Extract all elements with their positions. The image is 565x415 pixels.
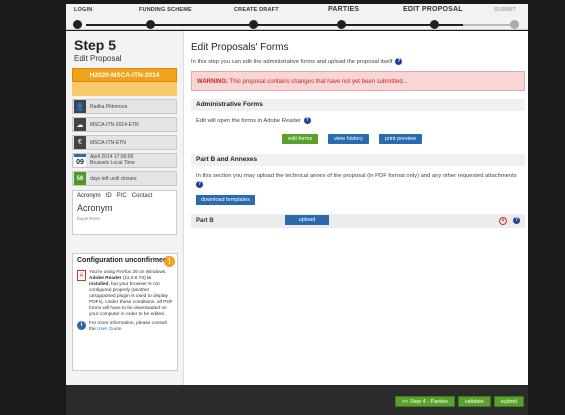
validate-button[interactable]: validate [457,396,491,407]
days-left-count: 56 [74,172,86,185]
partb-description: In this section you may upload the techn… [196,173,517,179]
calendar-icon: 09 [74,154,86,167]
partb-row-help-icon[interactable]: ? [513,217,520,224]
proposal-id-band [72,82,177,96]
intro-text: In this step you can edit the administra… [191,58,393,65]
warning-banner: WARNING: This proposal contains changes … [191,71,525,91]
warning-icon: ! [164,256,175,267]
partb-row-label: Part B [196,218,214,224]
acronym-value: Acronym [77,203,113,213]
step-login[interactable]: LOGIN [74,7,92,13]
call-id: MSCA-ITN-2014-ETN [90,121,139,128]
euro-icon: € [74,136,86,149]
previous-step-button[interactable]: << Step 4 - Parties [394,396,455,407]
warning-text: This proposal contains changes that have… [228,79,408,85]
sidebar: Step 5 Edit Proposal H2020-MSCA-ITN-2014… [66,31,184,385]
step-dot-submit [510,20,519,29]
pdf-config-text: You're using Firefox 26 on Windows. Adob… [89,270,173,318]
view-history-button[interactable]: view history [328,134,369,144]
warning-label: WARNING: [197,79,228,85]
cloud-icon: ☁ [74,118,86,131]
info-call: ☁ MSCA-ITN-2014-ETN [72,117,177,132]
submit-button[interactable]: submit [493,396,524,407]
pdf-reader-name: Adobe Reader [89,276,122,281]
step-dot-parties [337,20,346,29]
intro-text-row: In this step you can edit the administra… [191,58,525,65]
progress-stepper: LOGIN FUNDING SCHEME CREATE DRAFT PARTIE… [66,4,528,30]
step-title: Step 5 [74,37,117,53]
pdf-version: (11.0.6.70) [122,276,148,281]
more-info: i For more information, please consult t… [77,321,173,333]
footer-buttons: << Step 4 - Parties validate submit [394,396,524,407]
step-funding-scheme[interactable]: FUNDING SCHEME [139,7,192,13]
step-dot-draft [249,20,258,29]
acronym-tabs: Acronym ID PIC Contact [77,193,172,199]
print-preview-button[interactable]: print preview [378,134,423,144]
step-dot-login [73,20,82,29]
admin-forms-text: Edit will open the forms in Adobe Reader [196,117,301,124]
download-templates-button[interactable]: download templates [196,195,255,205]
user-icon: 👤 [74,100,86,113]
partb-text: In this section you may upload the techn… [191,172,525,188]
user-name: Radka Pittrerova [90,103,128,110]
upload-button[interactable]: upload [285,215,329,225]
footer-bar: << Step 4 - Parties validate submit [66,385,528,415]
admin-forms-text-row: Edit will open the forms in Adobe Reader… [191,117,525,124]
delete-icon[interactable]: × [499,217,507,225]
partb-header: Part B and Annexes [191,154,525,166]
scheme-id: MSCA-ITN-ETN [90,139,126,146]
info-deadline: 09 April 2014 17:00:00 Brussels Local Ti… [72,153,177,168]
proposal-id-badge: H2020-MSCA-ITN-2014 [72,68,177,82]
pdf-config-message: A You're using Firefox 26 on Windows. Ad… [77,270,173,318]
admin-forms-header: Administrative Forms [191,99,525,111]
pdf-text-rest: , but your browser is not configured pro… [89,282,173,317]
partb-upload-row: Part B upload × ? [191,214,525,228]
step-parties[interactable]: PARTIES [328,6,359,13]
info-user: 👤 Radka Pittrerova [72,99,177,114]
deadline-text: April 2014 17:00:00 Brussels Local Time [90,154,135,166]
info-days-left: 56 days left until closure [72,171,177,186]
deadline-tz: Brussels Local Time [90,159,135,166]
pdf-icon: A [77,270,86,281]
stepper-line-remaining [463,24,514,26]
more-info-text: For more information, please consult the… [89,321,173,333]
partb-help-icon[interactable]: ? [196,181,203,188]
user-guide-link[interactable]: User Guide [97,327,121,332]
main-card: Step 5 Edit Proposal H2020-MSCA-ITN-2014… [66,31,528,385]
step-create-draft[interactable]: CREATE DRAFT [234,7,279,13]
acronym-subtitle: Experiment [77,216,100,221]
main-content: Edit Proposals' Forms In this step you c… [188,31,528,385]
help-icon[interactable]: ? [395,58,403,65]
step-submit: SUBMIT [494,7,517,13]
page-title: Edit Proposals' Forms [191,42,289,53]
acronym-panel: Acronym ID PIC Contact Acronym Experimen… [72,190,177,235]
more-info-end: . [121,327,123,332]
step-subtitle: Edit Proposal [74,54,122,63]
step-dot-edit [430,20,439,29]
tab-id[interactable]: ID [106,193,112,199]
step-dot-funding [146,20,155,29]
admin-buttons: edit forms view history print preview [282,134,525,144]
info-scheme: € MSCA-ITN-ETN [72,135,177,150]
tab-acronym[interactable]: Acronym [77,193,101,199]
info-icon: i [77,321,86,330]
tab-contact[interactable]: Contact [132,193,153,199]
days-left-label: days left until closure [90,175,137,182]
step-edit-proposal: EDIT PROPOSAL [403,6,463,13]
pdf-text-part: You're using Firefox 26 on Windows. [89,270,167,275]
admin-help-icon[interactable]: ? [303,117,311,124]
tab-pic[interactable]: PIC [117,193,127,199]
edit-forms-button[interactable]: edit forms [282,134,319,144]
configuration-panel: Configuration unconfirmed ! A You're usi… [72,253,178,371]
config-title: Configuration unconfirmed [77,257,168,264]
